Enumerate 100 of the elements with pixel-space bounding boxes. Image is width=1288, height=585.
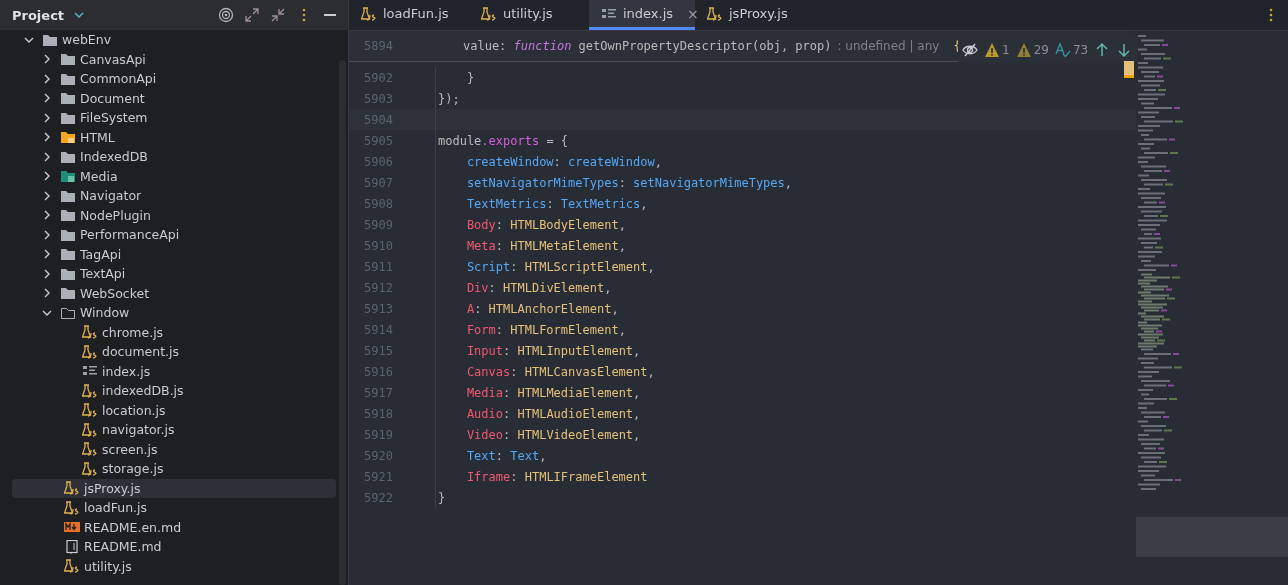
folder-icon — [60, 208, 76, 223]
tree-item[interactable]: NodePlugin — [12, 205, 336, 225]
line-number: 5921 — [363, 469, 394, 484]
chevron-right-icon[interactable] — [42, 268, 52, 279]
folder-icon — [60, 110, 76, 125]
line-number: 5914 — [363, 322, 394, 337]
chevron-right-icon[interactable] — [42, 171, 52, 182]
line-number: 5909 — [363, 217, 394, 232]
flask-icon — [82, 442, 98, 457]
code-line: Div: HTMLDivElement, — [435, 277, 612, 298]
tree-item[interactable]: Document — [12, 88, 336, 108]
folder-icon — [42, 32, 58, 47]
flask-icon — [707, 6, 723, 21]
tree-item[interactable]: Window — [12, 303, 336, 323]
line-number: 5913 — [363, 301, 394, 316]
editor-tab[interactable]: index.js × — [589, 0, 695, 30]
chevron-right-icon[interactable] — [42, 93, 52, 104]
flask-icon — [82, 344, 98, 359]
chevron-right-icon[interactable] — [42, 229, 52, 240]
line-number: 5908 — [363, 196, 394, 211]
line-number: 5907 — [363, 175, 394, 190]
folder-icon — [60, 149, 76, 164]
tree-item[interactable]: Navigator — [12, 186, 336, 206]
line-number: 5902 — [363, 70, 394, 85]
panel-title[interactable]: Project — [12, 7, 65, 23]
type-hint: : undefined | any — [837, 39, 940, 53]
folder-icon — [60, 247, 76, 262]
tree-item[interactable]: storage.js — [12, 459, 336, 479]
tree-item[interactable]: CanvasApi — [12, 49, 336, 69]
chevron-right-icon[interactable] — [42, 73, 52, 84]
line-number: 5894 — [363, 39, 394, 53]
code-line: Video: HTMLVideoElement, — [435, 424, 641, 445]
inspection-count[interactable]: 29 — [1015, 42, 1049, 58]
chevron-right-icon[interactable] — [42, 210, 52, 221]
tree-item[interactable]: utility.js — [12, 556, 336, 576]
spellcheck-icon — [1054, 42, 1071, 58]
tree-item[interactable]: README.en.md — [12, 517, 336, 537]
folder-icon — [60, 305, 76, 320]
code-line: Canvas: HTMLCanvasElement, — [435, 361, 655, 382]
code-line: Meta: HTMLMetaElement, — [435, 235, 626, 256]
folder-icon — [60, 169, 76, 184]
tree-item[interactable]: HTML — [12, 127, 336, 147]
tree-item[interactable]: CommonApi — [12, 69, 336, 89]
collapse-icon[interactable] — [270, 7, 286, 23]
chevron-right-icon[interactable] — [42, 288, 52, 299]
tree-item[interactable]: FileSystem — [12, 108, 336, 128]
tree-item[interactable]: PerformanceApi — [12, 225, 336, 245]
folder-icon — [60, 266, 76, 281]
chevron-right-icon[interactable] — [42, 151, 52, 162]
tree-item[interactable]: index.js — [12, 361, 336, 381]
target-icon[interactable] — [218, 7, 234, 23]
tree-item[interactable]: screen.js — [12, 439, 336, 459]
editor-tab[interactable]: utility.js — [469, 0, 589, 30]
tree-item[interactable]: chrome.js — [12, 322, 336, 342]
tree-item[interactable]: location.js — [12, 400, 336, 420]
tree-item[interactable]: WebSocket — [12, 283, 336, 303]
tree-item[interactable]: indexedDB.js — [12, 381, 336, 401]
tree-item[interactable]: navigator.js — [12, 420, 336, 440]
code-line: createWindow: createWindow, — [435, 151, 662, 172]
tree-item[interactable]: document.js — [12, 342, 336, 362]
folder-icon — [60, 71, 76, 86]
list-icon — [601, 6, 617, 21]
tree-item[interactable]: webEnv — [12, 30, 336, 50]
code-line: Form: HTMLFormElement, — [435, 319, 626, 340]
code-line: Body: HTMLBodyElement, — [435, 214, 626, 235]
folder-icon — [60, 188, 76, 203]
tree-item[interactable]: TagApi — [12, 244, 336, 264]
code-line: value: function getOwnPropertyDescriptor(obj, prop) — [462, 39, 832, 53]
line-number: 5915 — [363, 343, 394, 358]
code-line: Script: HTMLScriptElement, — [435, 256, 655, 277]
warning-icon — [1015, 42, 1032, 58]
chevron-right-icon[interactable] — [42, 249, 52, 260]
code-line: Iframe: HTMLIFrameElement — [435, 466, 648, 487]
error-stripe-mark — [1124, 61, 1134, 78]
tree-item[interactable]: Media — [12, 166, 336, 186]
line-number: 5911 — [363, 259, 394, 274]
inspection-count[interactable]: 73 — [1054, 42, 1089, 58]
chevron-right-icon[interactable] — [42, 112, 52, 123]
tree-item[interactable]: TextApi — [12, 264, 336, 284]
code-line: } — [435, 487, 446, 508]
book-icon — [64, 539, 80, 554]
caret-icon[interactable] — [74, 10, 85, 20]
tree-item[interactable]: loadFun.js — [12, 498, 336, 518]
code-line: } — [435, 67, 475, 88]
tree-item[interactable]: jsProxy.js — [12, 478, 336, 498]
chevron-right-icon[interactable] — [42, 54, 52, 65]
flask-icon — [481, 6, 497, 21]
eye-off-icon[interactable] — [962, 42, 978, 58]
line-number: 5916 — [363, 364, 394, 379]
editor-tab[interactable]: loadFun.js — [349, 0, 469, 30]
expand-icon[interactable] — [244, 7, 260, 23]
code-line: TextMetrics: TextMetrics, — [435, 193, 648, 214]
tree-item[interactable]: IndexedDB — [12, 147, 336, 167]
arrow-down-icon[interactable] — [1116, 42, 1133, 58]
inspection-count[interactable]: 1 — [984, 42, 1010, 58]
chevron-right-icon[interactable] — [42, 132, 52, 143]
code-line: A: HTMLAnchorElement, — [435, 298, 619, 319]
tree-item[interactable]: README.md — [12, 537, 336, 557]
chevron-right-icon[interactable] — [42, 190, 52, 201]
folder-icon — [60, 130, 76, 145]
